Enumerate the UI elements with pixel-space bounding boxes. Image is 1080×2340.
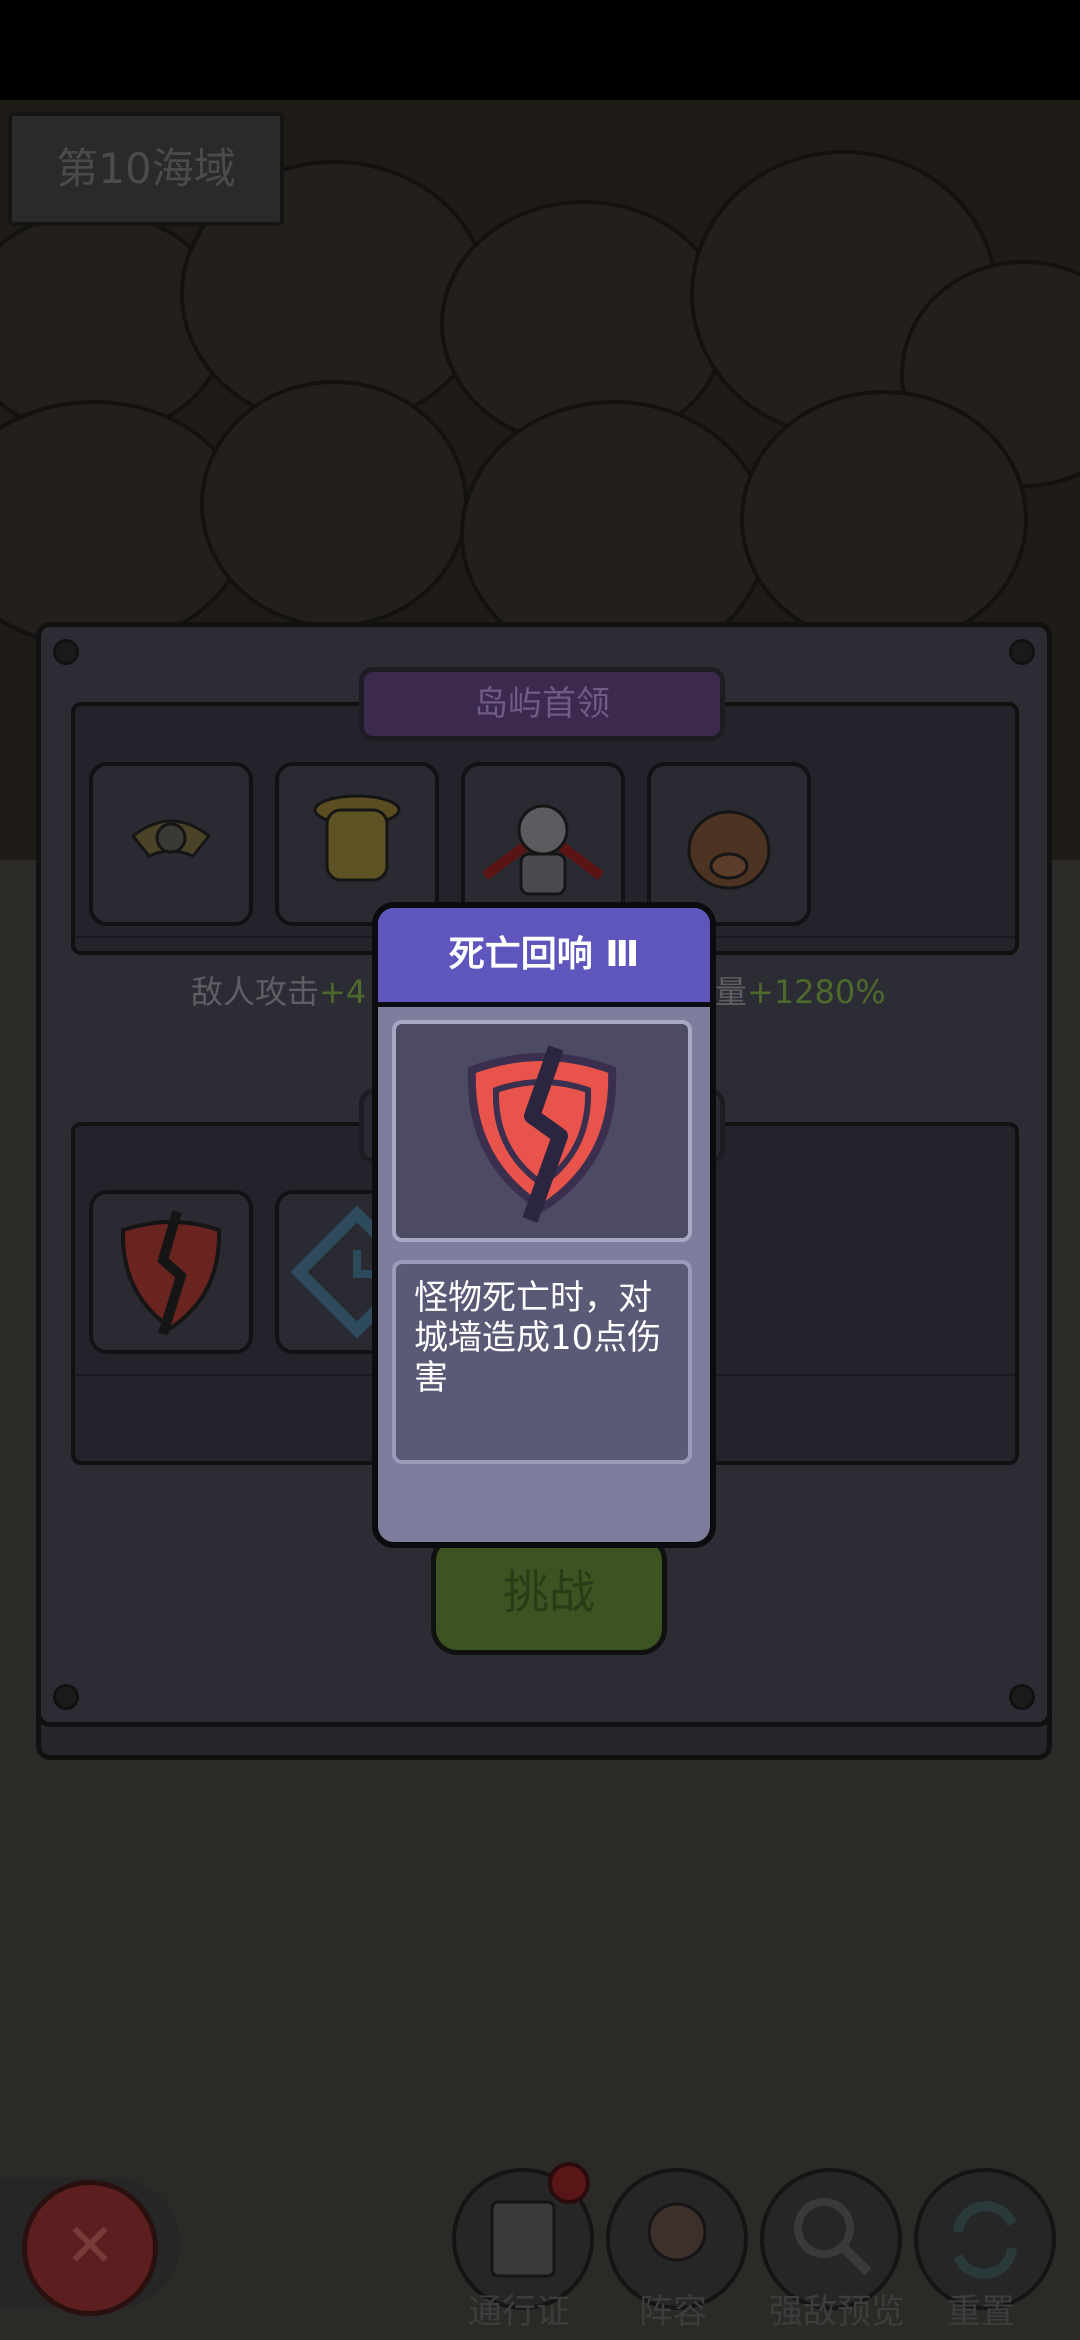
bolt-icon — [1009, 639, 1035, 665]
affix-slot-death-echo[interactable] — [89, 1190, 253, 1354]
sea-zone-label: 第10海域 — [8, 112, 284, 226]
popup-description: 怪物死亡时，对城墙造成10点伤害 — [414, 1278, 662, 1398]
enemy-attack-stat: 敌人攻击+4 — [191, 973, 367, 1011]
broken-shield-icon — [120, 1210, 222, 1336]
bolt-icon — [53, 1684, 79, 1710]
passport-label: 通行证 — [468, 2292, 570, 2332]
close-button[interactable]: ✕ — [22, 2180, 158, 2316]
popup-icon-frame — [392, 1020, 692, 1242]
popup-description-frame: 怪物死亡时，对城墙造成10点伤害 — [392, 1260, 692, 1464]
winged-skull-icon — [130, 819, 212, 858]
broken-shield-icon — [467, 1045, 617, 1223]
boss-section-title: 岛屿首领 — [359, 667, 725, 741]
notification-dot — [548, 2162, 590, 2204]
bolt-icon — [53, 639, 79, 665]
hat-warrior-icon — [313, 794, 401, 882]
challenge-button[interactable]: 挑战 — [431, 1535, 667, 1655]
reset-label: 重置 — [947, 2292, 1015, 2332]
lineup-label: 阵容 — [639, 2292, 707, 2332]
popup-title: 死亡回响 Ⅲ — [378, 908, 710, 1007]
boss-slot[interactable] — [89, 762, 253, 926]
bolt-icon — [1009, 1684, 1035, 1710]
enemy-preview-label: 强敌预览 — [769, 2292, 905, 2332]
affix-detail-popup[interactable]: 死亡回响 Ⅲ 怪物死亡时，对城墙造成10点伤害 — [372, 902, 716, 1548]
boar-icon — [687, 810, 771, 890]
skeleton-icon — [482, 804, 604, 896]
status-bar — [0, 0, 1080, 100]
enemy-hp-stat: 量+1280% — [715, 973, 886, 1011]
